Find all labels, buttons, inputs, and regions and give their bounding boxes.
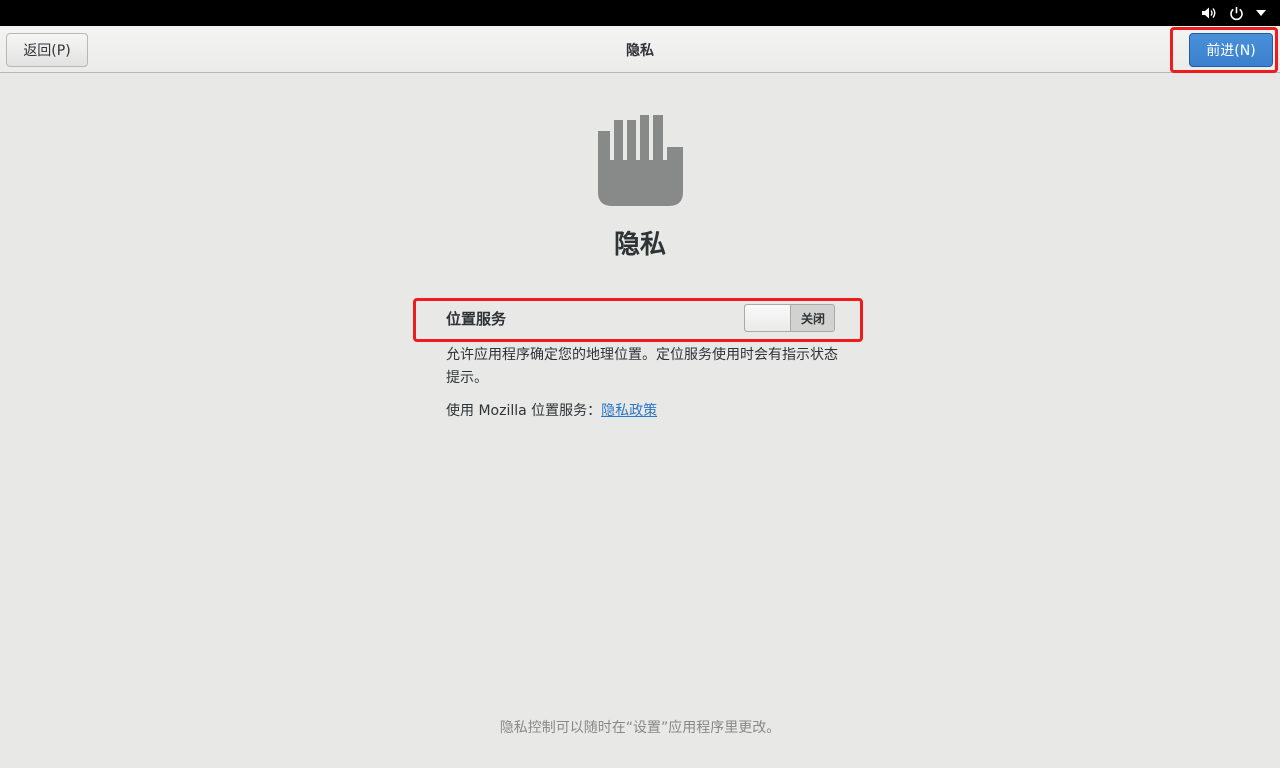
page-heading: 隐私: [613, 230, 666, 260]
location-description: 允许应用程序确定您的地理位置。定位服务使用时会有指示状态提示。: [446, 347, 838, 386]
location-service-toggle[interactable]: 关闭: [744, 304, 835, 332]
power-icon[interactable]: [1229, 6, 1244, 21]
location-service-label: 位置服务: [446, 310, 507, 328]
next-button-highlight: [1170, 27, 1278, 73]
toggle-state-label: 关闭: [800, 311, 825, 326]
top-panel: [0, 0, 1280, 26]
header-bar: 返回(P) 隐私 前进(N): [0, 26, 1280, 73]
privacy-policy-link[interactable]: 隐私政策: [601, 403, 657, 419]
header-title: 隐私: [626, 42, 654, 59]
mozilla-prefix: 使用 Mozilla 位置服务：: [446, 403, 602, 419]
back-button[interactable]: 返回(P): [6, 33, 88, 67]
dropdown-arrow-icon[interactable]: [1256, 10, 1266, 16]
toggle-knob[interactable]: [745, 305, 791, 331]
footer-note: 隐私控制可以随时在“设置”应用程序里更改。: [499, 720, 781, 736]
mozilla-service-line: 使用 Mozilla 位置服务：隐私政策: [446, 400, 657, 420]
volume-icon[interactable]: [1201, 6, 1217, 20]
system-status-area[interactable]: [1201, 0, 1266, 26]
hand-stop-icon: [597, 114, 683, 207]
